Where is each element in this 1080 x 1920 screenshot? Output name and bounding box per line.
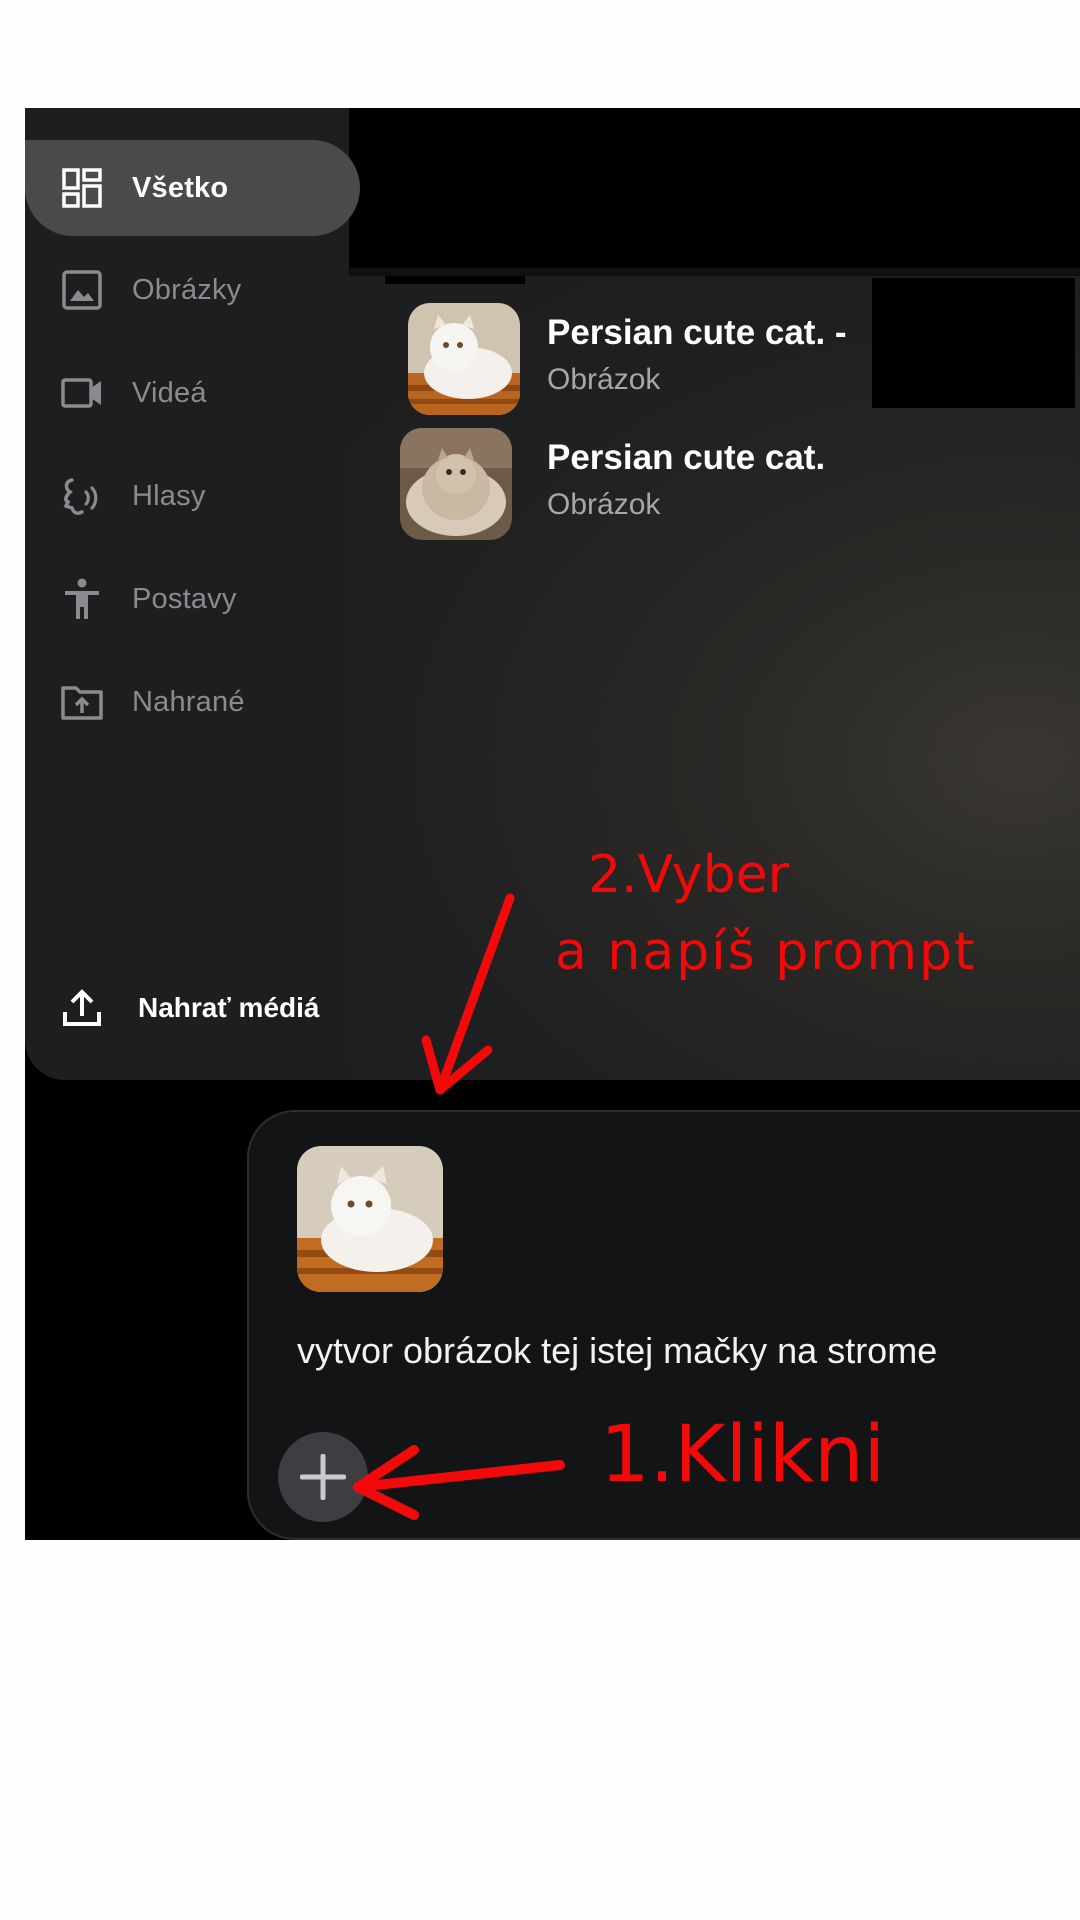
upload-media-button[interactable]: Nahrať médiá: [60, 978, 360, 1038]
sidebar-item-obrazky[interactable]: Obrázky: [25, 242, 360, 338]
sidebar-item-vsetko[interactable]: Všetko: [25, 140, 360, 236]
dashboard-icon: [62, 168, 102, 208]
sidebar-item-label: Videá: [132, 376, 207, 409]
result-item[interactable]: Persian cute cat. Obrázok: [400, 428, 880, 548]
person-icon: [65, 578, 99, 619]
result-thumbnail: [408, 303, 520, 415]
prompt-composer[interactable]: vytvor obrázok tej istej mačky na strome: [247, 1110, 1080, 1540]
result-title: Persian cute cat.: [547, 438, 826, 477]
image-icon: [62, 270, 102, 310]
sidebar-item-label: Nahrané: [132, 685, 245, 718]
voice-icon: [63, 478, 98, 515]
result-subtitle: Obrázok: [547, 363, 661, 396]
sidebar-item-nahrane[interactable]: Nahrané: [25, 654, 360, 750]
sidebar-item-label: Obrázky: [132, 273, 242, 306]
top-divider-strip: [349, 268, 1080, 276]
attached-image-thumbnail[interactable]: [297, 1146, 443, 1292]
result-subtitle: Obrázok: [547, 488, 661, 521]
top-black-region: [349, 108, 1080, 268]
app-screenshot: Všetko Obrázky Videá Hlasy Postavy Nahra…: [25, 108, 1080, 1540]
media-picker-panel: Všetko Obrázky Videá Hlasy Postavy Nahra…: [25, 108, 1080, 1080]
redacted-area: [872, 278, 1075, 408]
result-thumbnail: [400, 428, 512, 540]
result-item[interactable]: Persian cute cat. - Obrázok: [400, 303, 880, 423]
results-top-edge: [385, 276, 525, 284]
sidebar-item-label: Všetko: [132, 171, 229, 204]
sidebar-item-label: Postavy: [132, 582, 237, 615]
result-title: Persian cute cat. -: [547, 313, 847, 352]
videocam-icon: [61, 378, 101, 408]
sidebar-item-label: Hlasy: [132, 479, 206, 512]
upload-folder-icon: [61, 686, 103, 720]
sidebar-item-hlasy[interactable]: Hlasy: [25, 448, 360, 544]
plus-icon: [300, 1454, 346, 1500]
prompt-input[interactable]: vytvor obrázok tej istej mačky na strome: [297, 1330, 937, 1372]
sidebar-item-postavy[interactable]: Postavy: [25, 551, 360, 647]
add-media-button[interactable]: [278, 1432, 368, 1522]
upload-icon: [63, 989, 101, 1026]
sidebar-item-videa[interactable]: Videá: [25, 345, 360, 441]
upload-media-label: Nahrať médiá: [138, 992, 320, 1023]
